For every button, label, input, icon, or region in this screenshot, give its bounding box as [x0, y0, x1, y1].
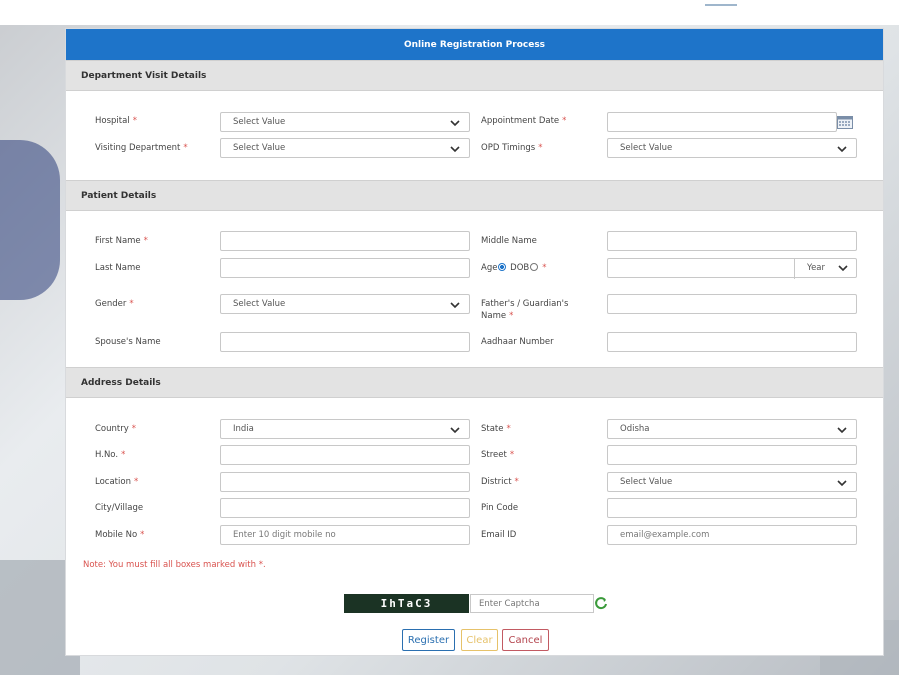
country-select[interactable]: India	[220, 419, 470, 439]
visiting-department-label: Visiting Department *	[95, 143, 188, 153]
middle-name-input[interactable]	[607, 231, 857, 251]
hospital-select[interactable]: Select Value	[220, 112, 470, 132]
last-name-label: Last Name	[95, 263, 141, 273]
last-name-input[interactable]	[220, 258, 470, 278]
state-label: State *	[481, 424, 511, 434]
dob-radio[interactable]	[530, 263, 539, 271]
cancel-button[interactable]: Cancel	[502, 629, 549, 651]
refresh-captcha-icon[interactable]	[594, 596, 608, 610]
clear-button[interactable]: Clear	[461, 629, 498, 651]
active-nav-indicator	[705, 4, 737, 6]
city-village-label: City/Village	[95, 503, 144, 513]
mobile-no-input[interactable]: Enter 10 digit mobile no	[220, 525, 470, 545]
chevron-down-icon	[450, 427, 460, 434]
section-department-visit: Department Visit Details	[66, 60, 883, 91]
city-village-input[interactable]	[220, 498, 470, 518]
district-label: District *	[481, 477, 519, 487]
register-button[interactable]: Register	[402, 629, 455, 651]
middle-name-label: Middle Name	[481, 236, 537, 246]
age-radio[interactable]	[498, 263, 507, 271]
first-name-input[interactable]	[220, 231, 470, 251]
spouse-name-label: Spouse's Name	[95, 337, 161, 347]
location-label: Location *	[95, 477, 139, 487]
section-address-details: Address Details	[66, 367, 883, 398]
first-name-label: First Name *	[95, 236, 148, 246]
section-patient-details: Patient Details	[66, 180, 883, 211]
chevron-down-icon	[450, 146, 460, 153]
pin-code-label: Pin Code	[481, 503, 519, 513]
form-title: Online Registration Process	[66, 29, 883, 60]
chevron-down-icon	[837, 427, 847, 434]
opd-timings-label: OPD Timings *	[481, 143, 543, 153]
district-select[interactable]: Select Value	[607, 472, 857, 492]
chevron-down-icon	[450, 120, 460, 127]
top-bar	[0, 0, 899, 25]
state-select[interactable]: Odisha	[607, 419, 857, 439]
aadhaar-input[interactable]	[607, 332, 857, 352]
visiting-department-select[interactable]: Select Value	[220, 138, 470, 158]
email-id-label: Email ID	[481, 530, 517, 540]
captcha-image: IhTaC3	[344, 594, 469, 613]
age-dob-toggle: Age DOB *	[481, 263, 547, 273]
chevron-down-icon	[450, 302, 460, 309]
gender-select[interactable]: Select Value	[220, 294, 470, 314]
hno-input[interactable]	[220, 445, 470, 465]
hospital-label: Hospital *	[95, 116, 137, 126]
calendar-icon[interactable]	[837, 115, 853, 129]
age-unit-select[interactable]: Year	[795, 258, 857, 278]
street-label: Street *	[481, 450, 515, 460]
spouse-name-input[interactable]	[220, 332, 470, 352]
father-guardian-input[interactable]	[607, 294, 857, 314]
opd-timings-select[interactable]: Select Value	[607, 138, 857, 158]
appointment-date-input[interactable]	[607, 112, 837, 132]
country-label: Country *	[95, 424, 137, 434]
mobile-no-label: Mobile No *	[95, 530, 145, 540]
email-id-input[interactable]: email@example.com	[607, 525, 857, 545]
pin-code-input[interactable]	[607, 498, 857, 518]
street-input[interactable]	[607, 445, 857, 465]
required-fields-note: Note: You must fill all boxes marked wit…	[83, 560, 266, 570]
chevron-down-icon	[838, 265, 848, 272]
chevron-down-icon	[837, 146, 847, 153]
captcha-input[interactable]: Enter Captcha	[470, 594, 594, 613]
background-decoration	[0, 140, 60, 300]
location-input[interactable]	[220, 472, 470, 492]
aadhaar-label: Aadhaar Number	[481, 337, 554, 347]
father-guardian-label: Father's / Guardian's Name *	[481, 299, 569, 321]
hno-label: H.No. *	[95, 450, 126, 460]
gender-label: Gender *	[95, 299, 134, 309]
appointment-date-label: Appointment Date *	[481, 116, 567, 126]
chevron-down-icon	[837, 480, 847, 487]
registration-form-panel: Online Registration Process Department V…	[65, 28, 884, 656]
